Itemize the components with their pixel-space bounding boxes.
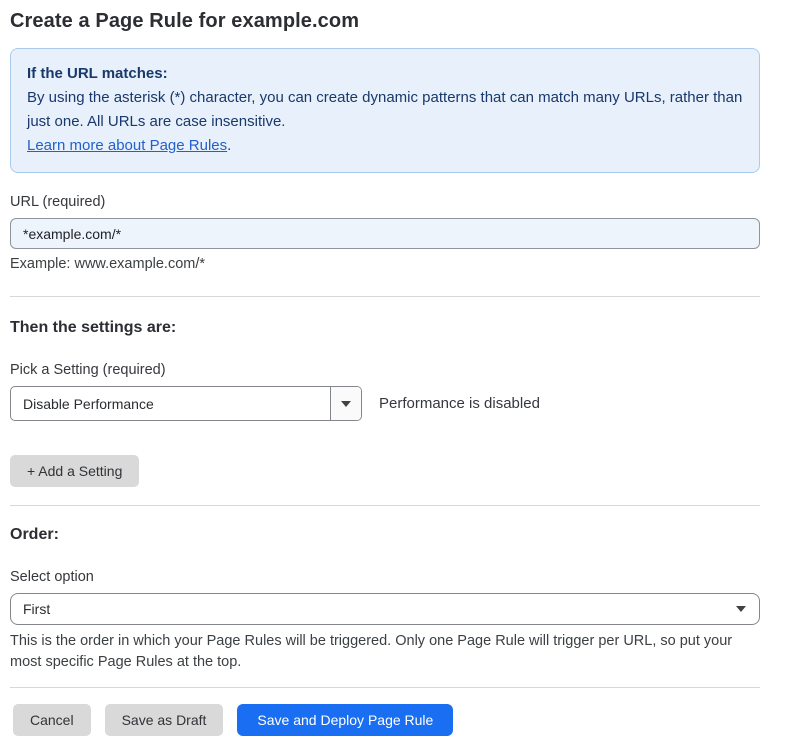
caret-down-icon xyxy=(736,606,746,612)
learn-more-link[interactable]: Learn more about Page Rules xyxy=(27,137,227,154)
order-select[interactable]: First xyxy=(10,593,760,625)
form-actions: Cancel Save as Draft Save and Deploy Pag… xyxy=(13,704,760,736)
link-suffix: . xyxy=(227,137,231,154)
setting-status-text: Performance is disabled xyxy=(379,395,540,412)
settings-section-heading: Then the settings are: xyxy=(10,319,760,337)
info-box-heading: If the URL matches: xyxy=(27,62,743,86)
setting-dropdown-value: Disable Performance xyxy=(11,387,330,420)
caret-down-icon xyxy=(341,401,351,407)
order-helper-text: This is the order in which your Page Rul… xyxy=(10,631,750,674)
divider xyxy=(10,296,760,297)
cancel-button[interactable]: Cancel xyxy=(13,704,91,736)
divider xyxy=(10,505,760,506)
info-box-body: By using the asterisk (*) character, you… xyxy=(27,86,743,134)
save-and-deploy-button[interactable]: Save and Deploy Page Rule xyxy=(237,704,453,736)
setting-dropdown-arrow-button[interactable] xyxy=(330,387,361,420)
order-section-heading: Order: xyxy=(10,526,760,544)
order-select-label: Select option xyxy=(10,569,760,585)
divider xyxy=(10,687,760,688)
setting-row: Disable Performance Performance is disab… xyxy=(10,386,760,421)
info-box-link-line: Learn more about Page Rules. xyxy=(27,134,743,158)
order-select-value: First xyxy=(23,601,50,617)
page-title: Create a Page Rule for example.com xyxy=(10,10,760,33)
setting-dropdown[interactable]: Disable Performance xyxy=(10,386,362,421)
url-example-helper: Example: www.example.com/* xyxy=(10,256,760,272)
add-setting-button[interactable]: + Add a Setting xyxy=(10,455,139,487)
create-page-rule-form: Create a Page Rule for example.com If th… xyxy=(10,10,760,736)
url-field-label: URL (required) xyxy=(10,194,760,210)
pick-setting-label: Pick a Setting (required) xyxy=(10,362,760,378)
save-as-draft-button[interactable]: Save as Draft xyxy=(105,704,224,736)
url-input[interactable] xyxy=(10,218,760,249)
url-match-info-box: If the URL matches: By using the asteris… xyxy=(10,48,760,173)
